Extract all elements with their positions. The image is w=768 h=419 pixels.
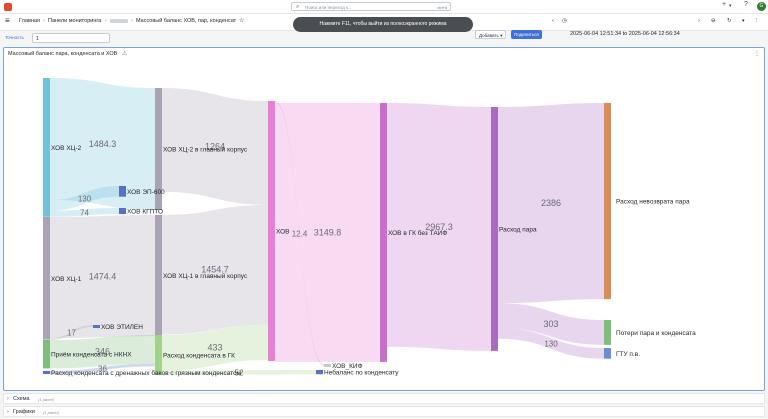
sankey-node-label: ХОВ ЭП-600	[127, 189, 165, 196]
sankey-node[interactable]	[119, 208, 126, 215]
breadcrumb-home[interactable]: Главная	[19, 18, 40, 24]
sankey-node[interactable]	[43, 340, 50, 369]
row-charts[interactable]: › Графики (1 panel)	[3, 406, 765, 417]
search-icon: ⌕	[296, 4, 300, 10]
sankey-node-label: ХОВ ХЦ-2 в главный корпус	[163, 146, 248, 154]
chevron-right-icon: ›	[7, 409, 9, 415]
sankey-node[interactable]	[119, 186, 126, 197]
sankey-link-value: 12.4	[292, 230, 308, 239]
zoom-out-icon[interactable]: ⊖	[711, 18, 716, 24]
breadcrumb-title: Массовый баланс ХОВ, пар, конденсат	[136, 18, 237, 24]
fullscreen-toast: Нажмите F11, чтобы выйти из полноэкранно…	[293, 17, 473, 32]
menu-icon[interactable]: ≡	[5, 16, 10, 25]
sankey-node-label: Потери пара и конденсата	[616, 330, 696, 337]
more-icon[interactable]: ⋮	[754, 18, 760, 24]
breadcrumb-separator: ›	[131, 18, 133, 24]
sankey-node[interactable]	[155, 335, 162, 375]
search-input[interactable]: ⌕ Поиск или переход к... ctrl+k	[291, 2, 451, 11]
grafana-logo-icon[interactable]	[4, 3, 12, 11]
sankey-link-value: 130	[544, 339, 558, 348]
row-count: (1 panel)	[38, 397, 54, 402]
search-placeholder: Поиск или переход к...	[305, 5, 352, 10]
refresh-icon[interactable]: ↻	[727, 18, 732, 24]
sankey-node-label: Расход конденсата с дренажных баков с гр…	[51, 369, 242, 377]
sankey-node[interactable]	[604, 348, 611, 359]
plus-icon[interactable]: +	[722, 1, 726, 8]
row-title: Графики	[13, 409, 35, 415]
row-title: Схема	[13, 396, 30, 402]
help-icon[interactable]: ?	[744, 1, 748, 8]
sankey-node[interactable]	[604, 103, 611, 300]
search-shortcut: ctrl+k	[437, 5, 447, 10]
sankey-panel: Массовый баланс пара, конденсата и ХОВ ⚠…	[3, 47, 765, 391]
sankey-node-label: ХОВ ХЦ-1 в главный корпус	[163, 272, 248, 280]
sankey-node-label: Расход пара	[499, 226, 537, 233]
sankey-node-label: ХОВ ХЦ-2	[51, 145, 82, 152]
sankey-link-value: 130	[78, 194, 92, 203]
avatar[interactable]: G	[757, 2, 766, 11]
sankey-node[interactable]	[43, 371, 50, 374]
sankey-node[interactable]	[380, 103, 387, 362]
sankey-node-label: ХОВ ХЦ-1	[51, 276, 82, 283]
breadcrumb-separator: ›	[43, 18, 45, 24]
breadcrumb-separator: ›	[105, 18, 107, 24]
variables-row: Точность 1	[0, 31, 768, 45]
chevron-down-icon[interactable]: ▾	[742, 18, 745, 24]
sankey-node-label: Приём конденсата с НКНХ	[51, 352, 132, 359]
top-bar: ⌕ Поиск или переход к... ctrl+k + ▾ ? G	[0, 0, 768, 14]
sankey-node-label: ХОВ ЭТИЛЕН	[101, 324, 143, 331]
sankey-node[interactable]	[93, 325, 100, 328]
sankey-node[interactable]	[155, 215, 162, 337]
sankey-node[interactable]	[324, 364, 331, 367]
clock-icon: ◷	[562, 18, 567, 24]
sankey-node-label: Небаланс по конденсату	[324, 369, 399, 377]
sankey-node-label: ХОВ в ГК без ТАИФ	[388, 229, 447, 237]
sankey-link-value: 1484.3	[89, 139, 117, 149]
sankey-node-label: ХОВ	[276, 228, 290, 235]
sankey-node[interactable]	[491, 107, 498, 351]
sankey-node-label: ГТУ п.в.	[616, 351, 640, 358]
variable-label: Точность	[5, 35, 24, 40]
sankey-link-value: 1474.4	[89, 272, 117, 282]
sankey-chart: 1484.3130741474.4173463612641454.7433521…	[43, 78, 696, 377]
sankey-link-value: 303	[543, 319, 558, 329]
row-count: (1 panel)	[43, 410, 59, 415]
sankey-node[interactable]	[604, 320, 611, 345]
chevron-down-icon[interactable]: ▾	[729, 3, 732, 9]
chevron-right-icon[interactable]: ›	[698, 18, 700, 24]
sankey-link-value: 17	[67, 329, 76, 338]
sankey-link-value: 433	[207, 343, 222, 353]
sankey-link-value: 3149.8	[314, 227, 342, 237]
row-schema[interactable]: › Схема (1 panel)	[3, 393, 765, 404]
sankey-node-label: Расход невозврата пара	[616, 199, 690, 206]
star-icon[interactable]: ☆	[239, 17, 244, 24]
chevron-right-icon: ›	[7, 396, 9, 402]
sankey-node-label: Расход конденсата в ГК	[163, 352, 235, 359]
sankey-node[interactable]	[43, 217, 50, 340]
breadcrumb-dashboards[interactable]: Панели мониторинга	[48, 18, 101, 24]
sankey-link-value: 74	[80, 208, 89, 217]
precision-input[interactable]: 1	[32, 33, 110, 43]
sankey-node[interactable]	[268, 101, 275, 361]
sankey-node[interactable]	[316, 370, 323, 375]
sankey-node[interactable]	[43, 78, 50, 217]
breadcrumb-folder[interactable]	[110, 18, 128, 24]
sankey-link-value: 2386	[541, 198, 561, 208]
chevron-left-icon[interactable]: ‹	[552, 18, 554, 24]
sankey-node-label: ХОВ КГПТО	[127, 209, 163, 216]
